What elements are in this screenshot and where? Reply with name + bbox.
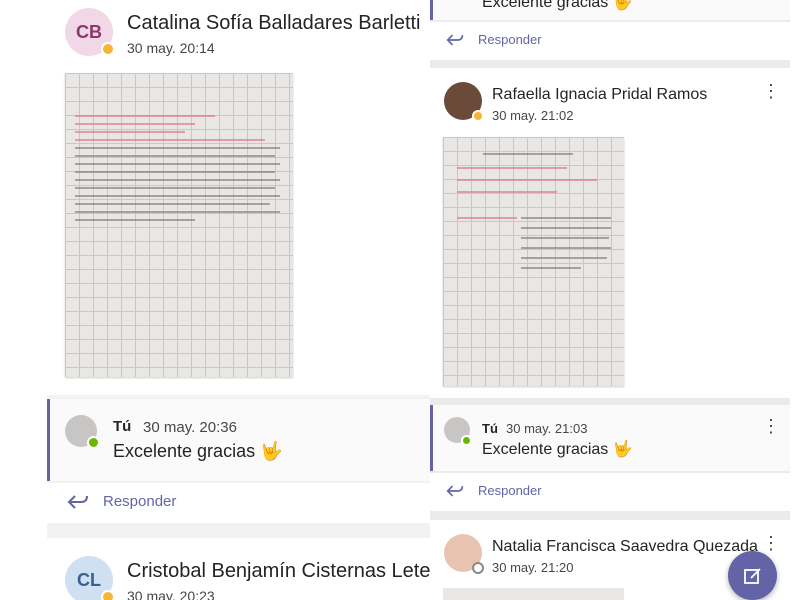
- handwriting-line: [75, 211, 280, 213]
- respond-bar[interactable]: Responder: [430, 22, 790, 60]
- reply-timestamp: 30 may. 21:03: [506, 421, 588, 436]
- reply-label: Responder: [103, 493, 177, 510]
- reply-arrow-icon: [446, 34, 464, 45]
- attached-image[interactable]: [443, 588, 624, 600]
- presence-away-icon: [101, 42, 115, 56]
- handwriting-line: [521, 247, 611, 249]
- handwriting-line: [75, 171, 275, 173]
- handwriting-line: [75, 147, 280, 149]
- post-author: Rafaella Ignacia Pridal Ramos: [492, 86, 708, 103]
- handwriting-line: [75, 179, 280, 181]
- post-timestamp: 30 may. 21:20: [492, 560, 574, 575]
- post-timestamp: 30 may. 20:23: [127, 588, 215, 600]
- handwriting-line: [521, 217, 611, 219]
- reply-button[interactable]: Responder: [67, 493, 176, 510]
- thread-accent-bar: [430, 405, 433, 471]
- post-timestamp: 30 may. 21:02: [492, 108, 574, 123]
- handwriting-line: [75, 155, 275, 157]
- reply-button[interactable]: Responder: [446, 32, 542, 47]
- reply-label: Responder: [478, 483, 542, 498]
- handwriting-line: [483, 153, 573, 155]
- handwriting-line: [457, 167, 567, 169]
- reply-message: Excelente gracias 🤟: [482, 0, 633, 11]
- presence-available-icon: [461, 435, 472, 446]
- right-conversation-panel: Excelente gracias 🤟 Responder Rafaella I…: [430, 0, 790, 600]
- attached-image[interactable]: [65, 73, 293, 377]
- post-timestamp: 30 may. 20:14: [127, 40, 215, 56]
- presence-available-icon: [87, 436, 100, 449]
- thread-accent-bar: [430, 0, 433, 20]
- post-card: CL Cristobal Benjamín Cisternas Leteli 3…: [47, 538, 430, 600]
- handwriting-line: [75, 139, 265, 141]
- attached-image[interactable]: [443, 137, 624, 386]
- more-options-icon[interactable]: ⋮: [762, 417, 780, 435]
- reply-message: Excelente gracias 🤟: [482, 441, 633, 458]
- post-card: Rafaella Ignacia Pridal Ramos 30 may. 21…: [430, 68, 790, 398]
- handwriting-line: [75, 203, 270, 205]
- handwriting-line: [521, 227, 611, 229]
- left-conversation-panel: CB Catalina Sofía Balladares Barletti 30…: [47, 0, 430, 600]
- reply-author: Tú: [113, 418, 132, 435]
- reply-label: Responder: [478, 32, 542, 47]
- presence-away-icon: [472, 110, 484, 122]
- post-card: CB Catalina Sofía Balladares Barletti 30…: [47, 0, 430, 395]
- thread-accent-bar: [47, 399, 50, 481]
- handwriting-line: [75, 195, 280, 197]
- reply-arrow-icon: [446, 485, 464, 496]
- handwriting-line: [75, 219, 195, 221]
- handwriting-line: [75, 163, 280, 165]
- respond-bar[interactable]: Responder: [430, 473, 790, 511]
- presence-away-icon: [101, 590, 115, 600]
- compose-button[interactable]: [728, 551, 777, 600]
- post-author: Catalina Sofía Balladares Barletti: [127, 12, 421, 34]
- handwriting-line: [521, 267, 581, 269]
- reply-author: Tú: [482, 421, 498, 436]
- handwriting-line: [457, 179, 597, 181]
- more-options-icon[interactable]: ⋮: [762, 534, 780, 552]
- more-options-icon[interactable]: ⋮: [762, 82, 780, 100]
- handwriting-line: [457, 191, 557, 193]
- reply-card: Excelente gracias 🤟: [430, 0, 790, 20]
- reply-card: Tú 30 may. 21:03 Excelente gracias 🤟 ⋮: [430, 405, 790, 471]
- reply-button[interactable]: Responder: [446, 483, 542, 498]
- reply-message: Excelente gracias 🤟: [113, 441, 283, 461]
- reply-card: Tú 30 may. 20:36 Excelente gracias 🤟: [47, 399, 430, 481]
- handwriting-line: [75, 131, 185, 133]
- presence-offline-icon: [472, 562, 484, 574]
- post-author: Natalia Francisca Saavedra Quezada: [492, 538, 758, 555]
- avatar-initials: CB: [76, 21, 102, 42]
- respond-bar[interactable]: Responder: [47, 483, 430, 523]
- handwriting-line: [75, 187, 275, 189]
- handwriting-line: [75, 115, 215, 117]
- handwriting-line: [457, 217, 517, 219]
- handwriting-line: [521, 257, 607, 259]
- handwriting-line: [521, 237, 609, 239]
- handwriting-line: [75, 123, 195, 125]
- reply-arrow-icon: [67, 494, 88, 509]
- post-author: Cristobal Benjamín Cisternas Leteli: [127, 560, 430, 582]
- reply-timestamp: 30 may. 20:36: [143, 419, 237, 436]
- avatar-initials: CL: [77, 569, 101, 590]
- compose-icon: [743, 567, 761, 584]
